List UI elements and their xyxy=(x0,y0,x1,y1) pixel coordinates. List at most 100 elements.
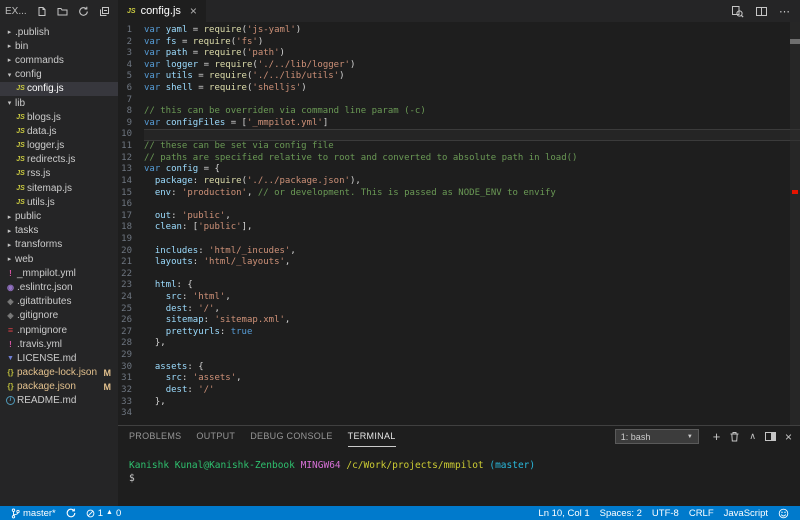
line-number[interactable]: 26 xyxy=(118,315,144,327)
sync-indicator[interactable] xyxy=(61,506,81,520)
problems-indicator[interactable]: 1 ▲ 0 xyxy=(81,506,127,520)
code-line-24[interactable]: 24 src: 'html', xyxy=(118,292,800,304)
tree-folder-commands[interactable]: ▸ commands xyxy=(0,53,118,67)
maximize-panel-icon[interactable]: ∧ xyxy=(749,431,756,442)
new-file-icon[interactable] xyxy=(36,6,47,17)
line-number[interactable]: 5 xyxy=(118,71,144,83)
code-line-31[interactable]: 31 src: 'assets', xyxy=(118,373,800,385)
language-indicator[interactable]: JavaScript xyxy=(719,508,773,519)
line-number[interactable]: 30 xyxy=(118,362,144,374)
tree-folder-transforms[interactable]: ▸ transforms xyxy=(0,238,118,252)
split-panel-icon[interactable] xyxy=(764,432,776,441)
line-number[interactable]: 19 xyxy=(118,234,144,246)
line-number[interactable]: 8 xyxy=(118,106,144,118)
line-number[interactable]: 34 xyxy=(118,408,144,420)
line-number[interactable]: 31 xyxy=(118,373,144,385)
code-line-3[interactable]: 3 var path = require('path') xyxy=(118,48,800,60)
open-changes-icon[interactable] xyxy=(731,5,744,18)
line-number[interactable]: 27 xyxy=(118,327,144,339)
tab-config-js[interactable]: JS config.js × xyxy=(118,0,206,22)
panel-tab-output[interactable]: OUTPUT xyxy=(196,426,235,447)
code-line-23[interactable]: 23 html: { xyxy=(118,280,800,292)
line-number[interactable]: 12 xyxy=(118,153,144,165)
kill-terminal-icon[interactable] xyxy=(729,431,740,443)
indentation-indicator[interactable]: Spaces: 2 xyxy=(595,508,647,519)
code-line-17[interactable]: 17 out: 'public', xyxy=(118,211,800,223)
line-number[interactable]: 9 xyxy=(118,118,144,130)
overview-ruler[interactable] xyxy=(790,22,800,425)
line-col-indicator[interactable]: Ln 10, Col 1 xyxy=(533,508,594,519)
tree-file-.eslintrc.json[interactable]: ◉ .eslintrc.json xyxy=(0,280,118,294)
code-line-28[interactable]: 28 }, xyxy=(118,338,800,350)
panel-tab-terminal[interactable]: TERMINAL xyxy=(347,426,396,447)
line-number[interactable]: 4 xyxy=(118,60,144,72)
line-number[interactable]: 7 xyxy=(118,95,144,107)
code-line-27[interactable]: 27 prettyurls: true xyxy=(118,327,800,339)
split-editor-icon[interactable] xyxy=(755,5,768,18)
line-number[interactable]: 10 xyxy=(118,129,144,141)
code-line-15[interactable]: 15 env: 'production', // or development.… xyxy=(118,188,800,200)
code-line-11[interactable]: 11// these can be set via config file xyxy=(118,141,800,153)
tree-file-rss.js[interactable]: JS rss.js xyxy=(0,167,118,181)
panel-tab-problems[interactable]: PROBLEMS xyxy=(129,426,181,447)
code-line-5[interactable]: 5 var utils = require('./../lib/utils') xyxy=(118,71,800,83)
panel-tab-debug-console[interactable]: DEBUG CONSOLE xyxy=(250,426,332,447)
code-line-8[interactable]: 8// this can be overriden via command li… xyxy=(118,106,800,118)
tree-file-.travis.yml[interactable]: ! .travis.yml xyxy=(0,337,118,351)
tree-file-blogs.js[interactable]: JS blogs.js xyxy=(0,110,118,124)
tree-file-config.js[interactable]: JS config.js xyxy=(0,81,118,96)
tree-file-.gitattributes[interactable]: ◈ .gitattributes xyxy=(0,295,118,309)
code-line-9[interactable]: 9 var configFiles = ['_mmpilot.yml'] xyxy=(118,118,800,130)
line-number[interactable]: 33 xyxy=(118,397,144,409)
line-number[interactable]: 1 xyxy=(118,25,144,37)
line-number[interactable]: 21 xyxy=(118,257,144,269)
line-number[interactable]: 13 xyxy=(118,164,144,176)
tree-file-.gitignore[interactable]: ◈ .gitignore xyxy=(0,309,118,323)
line-number[interactable]: 29 xyxy=(118,350,144,362)
close-panel-icon[interactable]: × xyxy=(785,431,792,443)
line-number[interactable]: 11 xyxy=(118,141,144,153)
scrollbar-thumb[interactable] xyxy=(790,39,800,44)
code-line-16[interactable]: 16 xyxy=(118,199,800,211)
line-number[interactable]: 6 xyxy=(118,83,144,95)
code-line-29[interactable]: 29 xyxy=(118,350,800,362)
line-number[interactable]: 2 xyxy=(118,37,144,49)
code-line-4[interactable]: 4 var logger = require('./../lib/logger') xyxy=(118,60,800,72)
line-number[interactable]: 16 xyxy=(118,199,144,211)
tree-folder-lib[interactable]: ▾ lib xyxy=(0,96,118,110)
tree-file-logger.js[interactable]: JS logger.js xyxy=(0,139,118,153)
tree-folder-tasks[interactable]: ▸ tasks xyxy=(0,224,118,238)
code-line-12[interactable]: 12// paths are specified relative to roo… xyxy=(118,153,800,165)
code-line-19[interactable]: 19 xyxy=(118,234,800,246)
code-line-6[interactable]: 6 var shell = require('shelljs') xyxy=(118,83,800,95)
eol-indicator[interactable]: CRLF xyxy=(684,508,719,519)
code-line-32[interactable]: 32 dest: '/' xyxy=(118,385,800,397)
encoding-indicator[interactable]: UTF-8 xyxy=(647,508,684,519)
code-line-33[interactable]: 33 }, xyxy=(118,397,800,409)
tree-file-_mmpilot.yml[interactable]: ! _mmpilot.yml xyxy=(0,266,118,280)
code-line-2[interactable]: 2 var fs = require('fs') xyxy=(118,37,800,49)
line-number[interactable]: 23 xyxy=(118,280,144,292)
tree-folder-public[interactable]: ▸ public xyxy=(0,209,118,223)
terminal-select[interactable]: 1: bash ▼ xyxy=(614,429,699,444)
line-number[interactable]: 25 xyxy=(118,304,144,316)
tree-file-.npmignore[interactable]: ≡ .npmignore xyxy=(0,323,118,337)
collapse-all-icon[interactable] xyxy=(99,6,110,17)
line-number[interactable]: 17 xyxy=(118,211,144,223)
code-line-10[interactable]: 10 xyxy=(118,129,800,141)
feedback-smiley-icon[interactable] xyxy=(773,508,794,519)
tree-file-package.json[interactable]: {} package.json M xyxy=(0,380,118,394)
line-number[interactable]: 20 xyxy=(118,246,144,258)
code-line-13[interactable]: 13 var config = { xyxy=(118,164,800,176)
more-actions-icon[interactable]: ⋯ xyxy=(779,5,791,18)
code-line-14[interactable]: 14 package: require('./../package.json')… xyxy=(118,176,800,188)
tree-file-README.md[interactable]: i README.md xyxy=(0,394,118,408)
code-line-25[interactable]: 25 dest: '/', xyxy=(118,304,800,316)
code-line-1[interactable]: 1 var yaml = require('js-yaml') xyxy=(118,25,800,37)
line-number[interactable]: 15 xyxy=(118,188,144,200)
tree-folder-config[interactable]: ▾ config xyxy=(0,68,118,82)
code-editor[interactable]: 1 var yaml = require('js-yaml') 2 var fs = … xyxy=(118,22,800,425)
line-number[interactable]: 14 xyxy=(118,176,144,188)
terminal[interactable]: Kanishk Kunal@Kanishk-Zenbook MINGW64 /c… xyxy=(118,447,800,506)
tree-folder-web[interactable]: ▸ web xyxy=(0,252,118,266)
